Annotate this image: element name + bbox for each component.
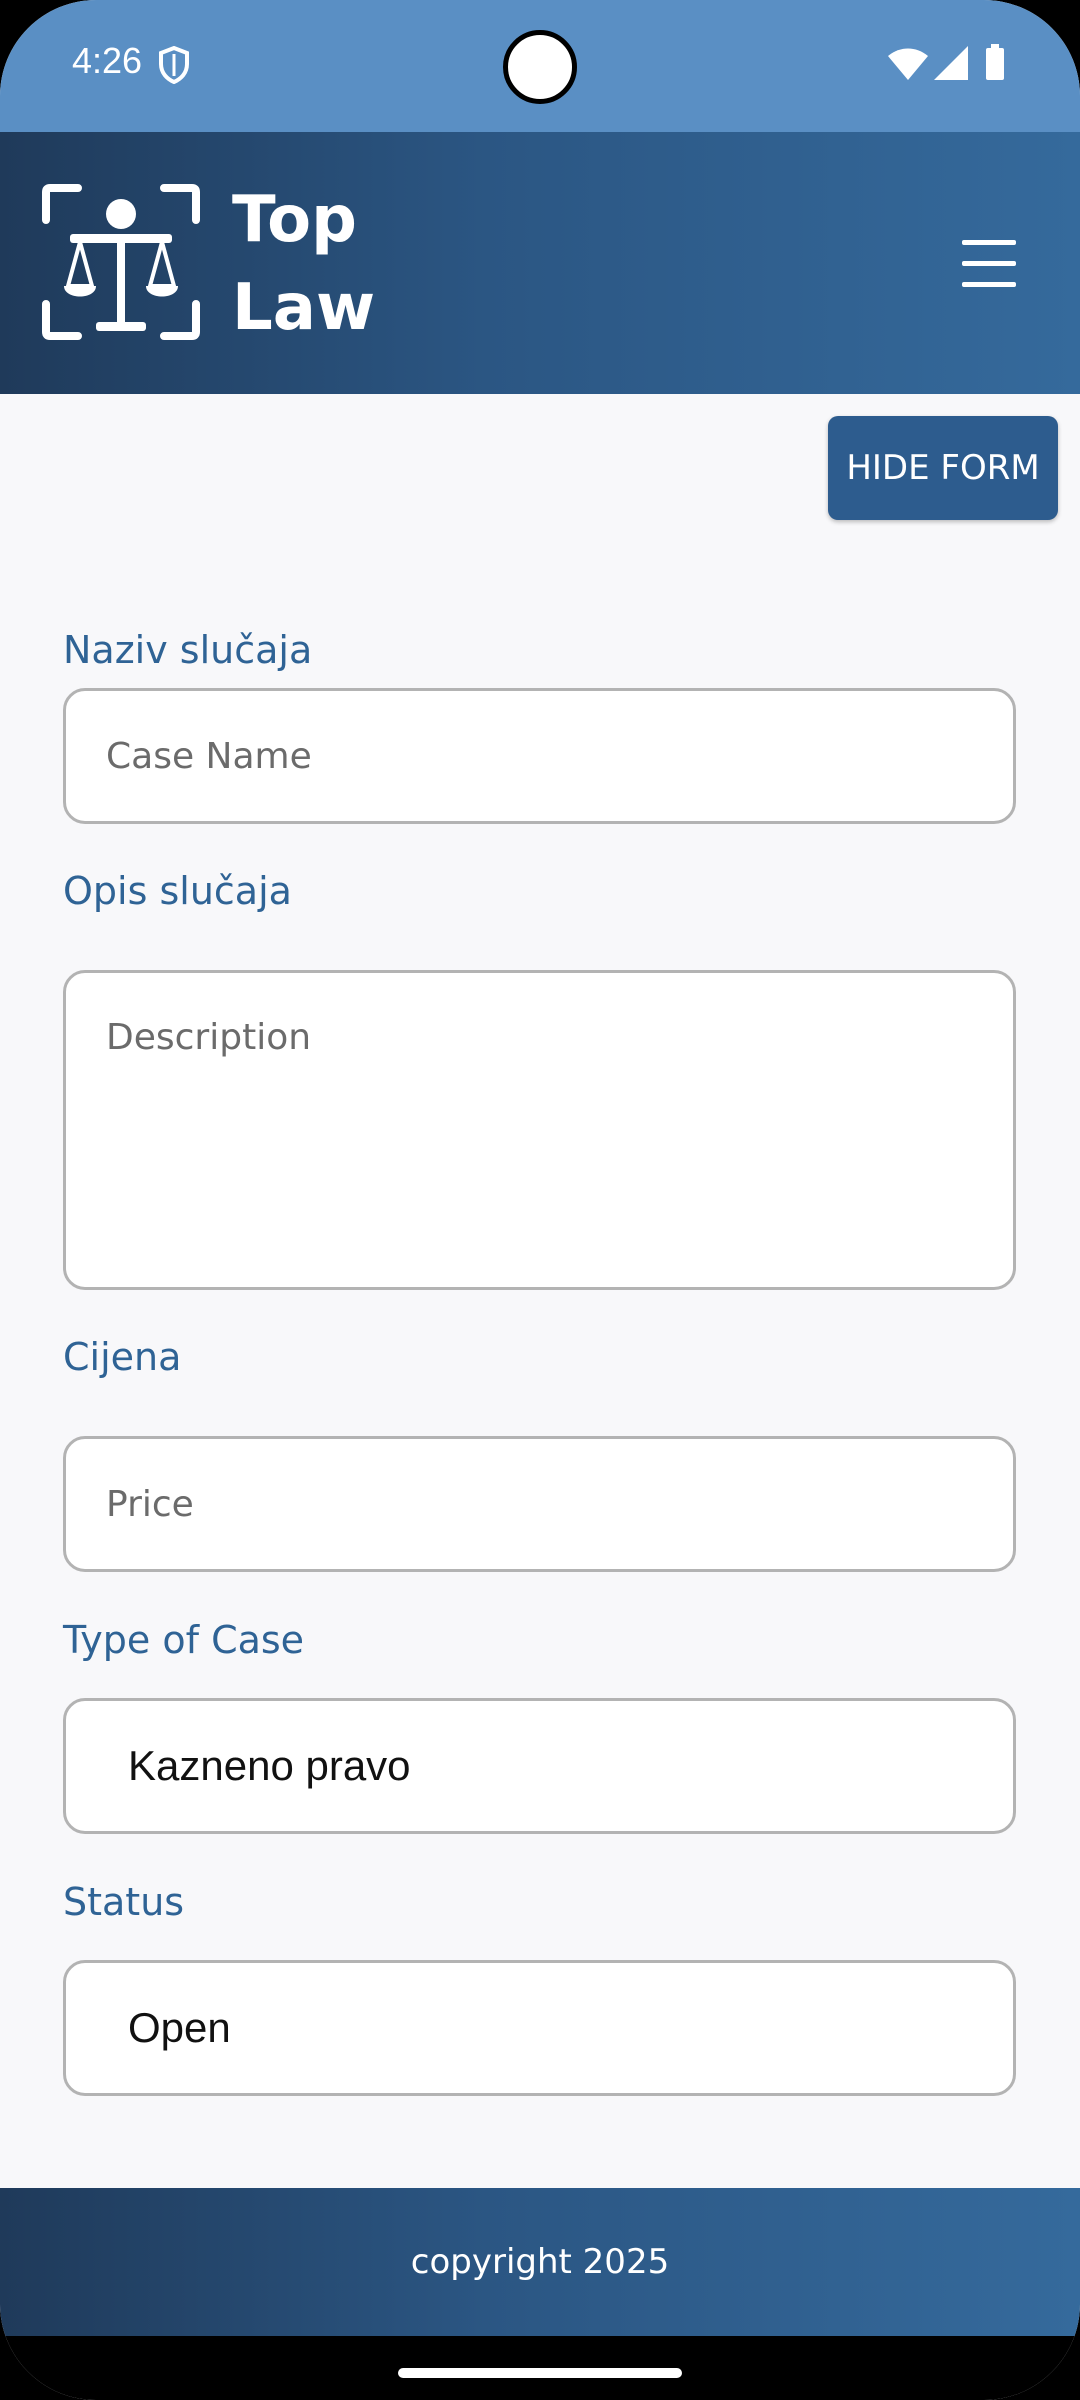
status-label: Status	[63, 1880, 185, 1924]
home-gesture-handle[interactable]	[398, 2368, 682, 2378]
front-camera	[503, 30, 577, 104]
hamburger-menu-icon[interactable]	[958, 236, 1024, 292]
description-textarea[interactable]	[66, 973, 1013, 1287]
type-of-case-label: Type of Case	[63, 1618, 305, 1662]
status-bar: 4:26	[0, 0, 1080, 132]
battery-icon	[986, 44, 1004, 80]
type-of-case-select[interactable]: Kazneno pravo	[63, 1698, 1016, 1834]
type-of-case-value: Kazneno pravo	[128, 1742, 411, 1789]
price-input[interactable]	[66, 1439, 1013, 1569]
app-header: Top Law	[0, 132, 1080, 394]
case-name-label: Naziv slučaja	[63, 628, 313, 672]
status-select[interactable]: Open	[63, 1960, 1016, 2096]
system-nav-bar	[0, 2336, 1080, 2400]
scales-of-justice-icon	[42, 184, 200, 340]
hide-form-button[interactable]: HIDE FORM	[828, 416, 1058, 520]
description-label: Opis slučaja	[63, 869, 292, 913]
price-label: Cijena	[63, 1335, 182, 1379]
copyright-text: copyright 2025	[410, 2242, 670, 2282]
brand-line-1: Top	[232, 183, 357, 257]
description-field-container	[63, 970, 1016, 1290]
status-time: 4:26	[72, 40, 143, 81]
price-field-container	[63, 1436, 1016, 1572]
brand-line-2: Law	[232, 271, 376, 345]
case-name-field-container	[63, 688, 1016, 824]
shield-icon	[159, 46, 189, 84]
brand-name[interactable]: Top Law	[232, 176, 492, 352]
status-value: Open	[128, 2004, 231, 2051]
case-name-input[interactable]	[66, 691, 1013, 821]
app-footer: copyright 2025	[0, 2188, 1080, 2336]
wifi-icon	[888, 48, 928, 80]
app-screen: 4:26 Top Law HIDE FORM Naziv slučaja Cas…	[0, 0, 1080, 2400]
cell-signal-icon	[934, 46, 968, 80]
